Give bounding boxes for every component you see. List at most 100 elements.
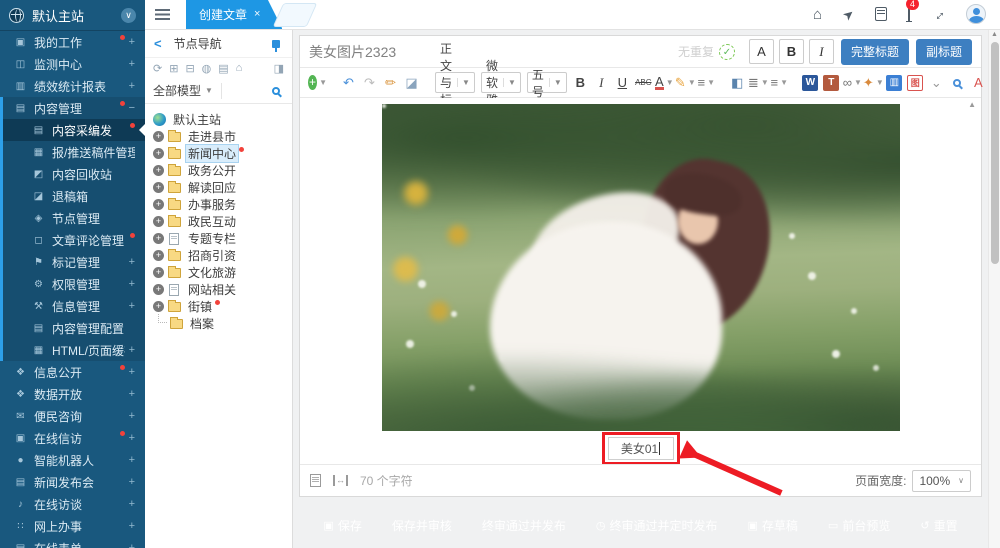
action-button[interactable]: ▣ 存草稿 (737, 512, 809, 539)
tree-node[interactable]: + 新闻中心 (153, 145, 290, 162)
expand-node-icon[interactable]: + (153, 199, 164, 210)
tree-node[interactable]: + 招商引资 (153, 247, 290, 264)
tree-node[interactable]: + 街镇 (153, 298, 290, 315)
size-select[interactable]: 五号▼ (527, 72, 567, 93)
sidebar-item[interactable]: ⚑ 标记管理 + − (0, 251, 145, 273)
pin-icon[interactable] (272, 40, 280, 48)
highlight-icon[interactable]: ✎▼ (676, 73, 695, 93)
expand-node-icon[interactable]: + (153, 267, 164, 278)
title-bold-button[interactable]: B (779, 39, 804, 64)
expand-all-icon[interactable]: ⊞ (169, 62, 178, 75)
sidebar-item[interactable]: ♪ 在线访谈 + − (0, 493, 145, 515)
chevron-down-icon[interactable]: ∨ (121, 8, 136, 23)
italic-icon[interactable]: I (592, 73, 611, 93)
article-photo[interactable] (382, 104, 900, 431)
page-width-icon[interactable]: ↔ (333, 475, 348, 486)
tree-node[interactable]: + 专题专栏 (153, 230, 290, 247)
switch-panel-icon[interactable]: ◨ (274, 62, 284, 75)
expand-node-icon[interactable]: + (153, 233, 164, 244)
sidebar-item[interactable]: ◩ 内容回收站 + − (0, 163, 145, 185)
tree-node[interactable]: + 政务公开 (153, 162, 290, 179)
sidebar-item[interactable]: ▤ 新闻发布会 + − (0, 471, 145, 493)
sidebar-item[interactable]: ▦ 报/推送稿件管理 + − (0, 141, 145, 163)
sidebar-item[interactable]: ▣ 在线信访 + − (0, 427, 145, 449)
sidebar-item[interactable]: ▤ 内容管理 + − (0, 97, 145, 119)
sidebar-item[interactable]: ● 智能机器人 + − (0, 449, 145, 471)
ordered-list-icon[interactable]: ≣▼ (749, 73, 768, 93)
more-caret-icon[interactable]: ⌄ (927, 73, 946, 93)
page-scrollbar[interactable]: ▲ (988, 30, 1000, 548)
eraser-icon[interactable]: ◪ (402, 73, 421, 93)
sidebar-header[interactable]: 默认主站 ∨ (0, 0, 145, 31)
tree-node[interactable]: + 解读回应 (153, 179, 290, 196)
editor-scroll-up-icon[interactable]: ▲ (968, 100, 976, 109)
expand-node-icon[interactable]: + (153, 182, 164, 193)
title-color-button[interactable]: A (749, 39, 774, 64)
model-filter[interactable]: 全部模型 (153, 82, 201, 99)
expand-node-icon[interactable]: + (153, 284, 164, 295)
action-button[interactable]: ◷ 终审通过并定时发布 (585, 512, 729, 539)
font-select[interactable]: 微软雅▼ (481, 72, 521, 93)
quick-send-icon[interactable]: ➤ (840, 6, 857, 23)
collapse-panel-icon[interactable]: < (154, 36, 162, 51)
title-italic-button[interactable]: I (809, 39, 834, 64)
paragraph-select[interactable]: 正文与标题▼ (435, 72, 475, 93)
user-avatar[interactable] (966, 4, 986, 24)
sidebar-item[interactable]: ▤ 内容采编发 + − (0, 119, 145, 141)
sidebar-item[interactable]: ❖ 信息公开 + − (0, 361, 145, 383)
sidebar-item[interactable]: ∷ 网上办事 + − (0, 515, 145, 537)
sidebar-item[interactable]: ▣ 我的工作 + − (0, 31, 145, 53)
scrollbar-thumb[interactable] (991, 42, 999, 264)
magic-format-icon[interactable]: ✦▼ (864, 73, 883, 93)
action-button[interactable]: ▭ 前台预览 (817, 512, 901, 539)
sidebar-item[interactable]: ◻ 文章评论管理 + − (0, 229, 145, 251)
tree-node[interactable]: + 档案 (153, 315, 290, 332)
sidebar-item[interactable]: ⚙ 权限管理 + − (0, 273, 145, 295)
expand-node-icon[interactable]: + (153, 165, 164, 176)
sidebar-item[interactable]: ◪ 退稿箱 + − (0, 185, 145, 207)
action-button[interactable]: ▣ 保存 (312, 512, 372, 539)
tab-close-icon[interactable]: × (254, 8, 260, 20)
strike-icon[interactable]: ABC (634, 73, 653, 93)
insert-icon[interactable]: ▼ (308, 73, 327, 93)
tree-node[interactable]: + 办事服务 (153, 196, 290, 213)
expand-node-icon[interactable]: + (153, 216, 164, 227)
link-icon[interactable]: ∞▼ (843, 73, 862, 93)
tab-create-article[interactable]: 创建文章 × (186, 0, 282, 29)
sidebar-item[interactable]: ◫ 监测中心 + − (0, 53, 145, 75)
align-icon[interactable]: ≡▼ (697, 73, 716, 93)
red-a-icon[interactable]: A (969, 73, 988, 93)
layout-icon[interactable]: ▥ (885, 73, 904, 93)
sidebar-item[interactable]: ▥ 绩效统计报表 + − (0, 75, 145, 97)
site-icon[interactable]: ◍ (202, 62, 212, 75)
action-button[interactable]: ↺ 重置 (909, 512, 968, 539)
bullet-list-icon[interactable]: ≡▼ (770, 73, 789, 93)
sidebar-item[interactable]: ⚒ 信息管理 + − (0, 295, 145, 317)
expand-node-icon[interactable]: + (153, 301, 164, 312)
sidebar-item[interactable]: ▤ 内容管理配置 + − (0, 317, 145, 339)
subtitle-button[interactable]: 副标题 (916, 39, 972, 65)
tree-node[interactable]: + 网站相关 (153, 281, 290, 298)
tree-node[interactable]: + 默认主站 (153, 111, 290, 128)
word-count-icon[interactable] (310, 474, 321, 487)
scroll-up-icon[interactable]: ▲ (989, 31, 1000, 38)
word-import-icon[interactable]: W (801, 73, 820, 93)
search-icon[interactable] (272, 87, 280, 95)
expand-node-icon[interactable]: + (153, 131, 164, 142)
sidebar-item[interactable]: ✉ 便民咨询 + − (0, 405, 145, 427)
new-doc-icon[interactable]: ▤ (218, 62, 228, 75)
font-color-icon[interactable]: A▼ (655, 73, 674, 93)
indent-icon[interactable]: ◧ (728, 73, 747, 93)
underline-icon[interactable]: U (613, 73, 632, 93)
image-stamp-icon[interactable]: 图 (906, 73, 925, 93)
tab-list-icon[interactable] (155, 9, 170, 20)
audit-notes-icon[interactable] (875, 7, 887, 21)
home-icon[interactable]: ⌂ (236, 62, 243, 74)
expand-node-icon[interactable]: + (153, 250, 164, 261)
page-width-select[interactable]: 100% ∨ (912, 470, 971, 492)
search-replace-icon[interactable] (948, 73, 967, 93)
tree-node[interactable]: + 走进县市 (153, 128, 290, 145)
editor-content[interactable]: ▲ 美女01 (300, 98, 981, 464)
full-title-button[interactable]: 完整标题 (841, 39, 909, 65)
sidebar-item[interactable]: ▦ HTML/页面缓存生成 + − (0, 339, 145, 361)
